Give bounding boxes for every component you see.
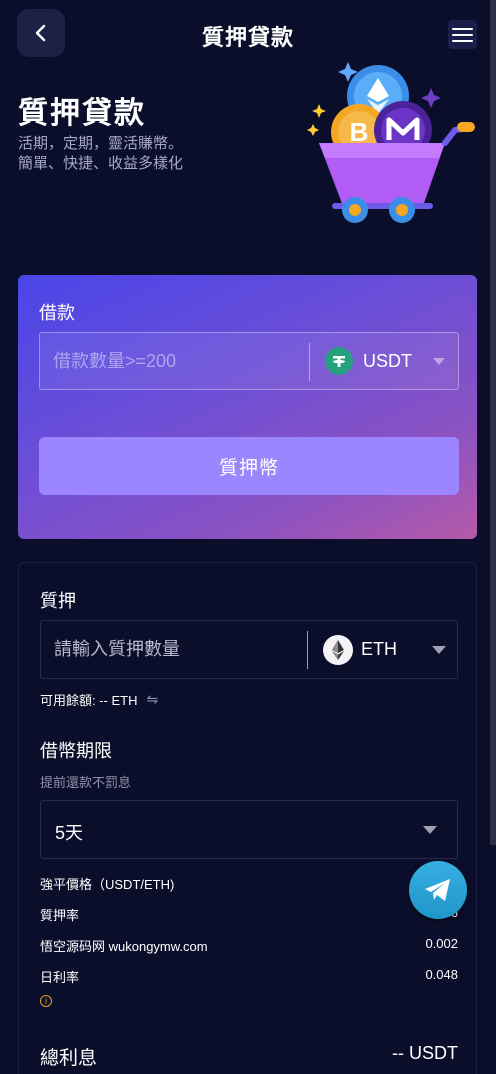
pledge-amount-box: ETH	[40, 620, 458, 679]
ethereum-icon	[323, 634, 353, 665]
pledge-panel: 質押 ETH 可用餘額: -- ETH ⇋ 借幣期限 提前還款不罰息 5天 強平…	[18, 562, 477, 1074]
info-row-liquidation-price: 強平價格（USDT/ETH)	[40, 874, 458, 893]
hero-subtitle: 活期，定期，靈活賺幣。 簡單、快捷、收益多樣化	[18, 134, 183, 174]
term-label: 借幣期限	[40, 741, 112, 761]
total-interest-value: -- USDT	[392, 1043, 458, 1063]
info-value: 0.002	[425, 936, 458, 951]
info-label: 悟空源码网 wukongymw.com	[40, 939, 208, 954]
pledge-amount-input[interactable]	[41, 621, 306, 678]
info-row-daily-rate: 日利率 0.048	[40, 967, 458, 986]
divider	[307, 631, 308, 669]
term-hint: 提前還款不罰息	[40, 775, 132, 790]
borrow-card: 借款 USDT 質押幣	[18, 275, 477, 539]
hero-subtitle-line2: 簡單、快捷、收益多樣化	[18, 155, 184, 172]
tether-icon	[325, 347, 353, 375]
scrollbar[interactable]	[490, 0, 496, 845]
telegram-icon	[425, 879, 450, 901]
swap-icon[interactable]: ⇋	[147, 691, 159, 708]
borrow-label: 借款	[39, 303, 75, 323]
info-circle-icon[interactable]: i	[40, 995, 52, 1007]
borrow-coin-name: USDT	[363, 350, 412, 371]
pledge-coin-name: ETH	[361, 639, 397, 659]
info-label: 質押率	[40, 908, 80, 923]
chevron-down-icon	[433, 358, 445, 365]
total-interest-row: 總利息 -- USDT	[40, 1043, 458, 1070]
info-label: 日利率	[40, 970, 80, 985]
chevron-down-icon	[432, 646, 446, 654]
hero-subtitle-line1: 活期，定期，靈活賺幣。	[18, 135, 184, 152]
pledge-label: 質押	[40, 591, 76, 611]
hamburger-menu-icon[interactable]	[448, 20, 477, 49]
info-value: 0.048	[425, 967, 458, 982]
borrow-coin-select[interactable]: USDT	[325, 333, 455, 389]
svg-text:B: B	[350, 117, 369, 147]
info-row-watermark: 悟空源码网 wukongymw.com 0.002	[40, 936, 458, 955]
info-row-pledge-rate: 質押率 6	[40, 905, 458, 924]
borrow-amount-input[interactable]	[40, 333, 308, 389]
available-balance: 可用餘額: -- ETH ⇋	[40, 690, 158, 709]
info-label: 強平價格（USDT/ETH)	[40, 877, 175, 892]
pledge-coin-button[interactable]: 質押幣	[39, 437, 459, 495]
term-select[interactable]: 5天	[40, 800, 458, 859]
available-balance-text: 可用餘額: -- ETH	[40, 693, 138, 708]
crypto-cart-illustration: B	[307, 62, 475, 223]
divider	[309, 343, 310, 381]
borrow-amount-box: USDT	[39, 332, 459, 390]
telegram-button[interactable]	[409, 861, 467, 919]
total-interest-label: 總利息	[40, 1048, 98, 1069]
pledge-coin-select[interactable]: ETH	[323, 621, 397, 678]
term-selected-value: 5天	[55, 823, 84, 843]
page-title: 質押貸款	[201, 25, 294, 50]
chevron-down-icon	[423, 826, 437, 834]
hero-title: 質押貸款	[18, 97, 146, 130]
